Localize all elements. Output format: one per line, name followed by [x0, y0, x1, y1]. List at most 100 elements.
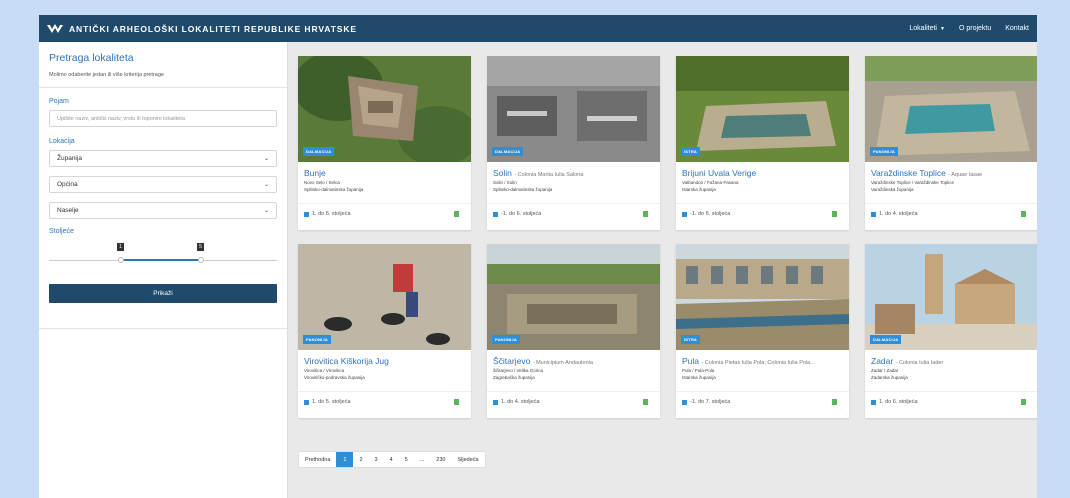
brand[interactable]: ANTIČKI ARHEOLOŠKI LOKALITETI REPUBLIKE … [47, 23, 357, 34]
region-badge: DALMACIJA [303, 147, 335, 156]
chevron-down-icon: ⌄ [263, 156, 269, 162]
slider-max-handle[interactable] [198, 257, 204, 263]
card-place: Valbandon / Fažana-Fasana [682, 180, 739, 185]
calendar-icon [304, 399, 309, 405]
card-footer [298, 391, 471, 392]
card-date: 1. do 4. stoljeća [871, 211, 918, 217]
card-title[interactable]: Pula - Colonia Pietas Iulia Pola; Coloni… [682, 356, 846, 366]
card-title[interactable]: Zadar - Colonia Iulia Iader [871, 356, 1035, 366]
main-nav: Lokaliteti ▼ O projektu Kontakt [909, 25, 1029, 32]
result-card[interactable]: PANONIJA Ščitarjevo - Municipium Andauto… [487, 244, 660, 418]
caret-down-icon: ▼ [940, 26, 945, 32]
stoljece-label: Stoljeće [49, 228, 74, 235]
slider-min-handle[interactable] [118, 257, 124, 263]
card-county: Istarska županija [682, 187, 716, 192]
trash-icon[interactable] [832, 211, 837, 217]
stoljece-range-slider[interactable]: 1 5 [49, 241, 277, 269]
trash-icon[interactable] [643, 399, 648, 405]
card-place: Varaždinske Toplice / Varaždinske Toplic… [871, 180, 954, 185]
pojam-input[interactable]: Upišite naziv, antički naziv, vrstu ili … [49, 110, 277, 127]
trash-icon[interactable] [643, 211, 648, 217]
card-title[interactable]: Virovitica Kiškorija Jug [304, 356, 468, 366]
naselje-select[interactable]: Naselje ⌄ [49, 202, 277, 219]
card-footer [865, 203, 1037, 204]
card-county: Virovitičko-podravska županija [304, 375, 365, 380]
card-date: 1. do 6. stoljeća [304, 211, 351, 217]
result-card[interactable]: ISTRA Brijuni Uvala Verige Valbandon / F… [676, 56, 849, 230]
card-county: Zadarska županija [871, 375, 908, 380]
card-place: Novo Selo / Selca [304, 180, 340, 185]
nav-o-projektu[interactable]: O projektu [959, 25, 991, 32]
card-footer [676, 391, 849, 392]
prikazi-button[interactable]: Prikaži [49, 284, 277, 303]
result-card[interactable]: DALMACIJA Solin - Colonia Martia Iulia S… [487, 56, 660, 230]
pagination-page-230[interactable]: 230 [430, 452, 451, 467]
slider-max-tooltip: 5 [197, 243, 204, 251]
calendar-icon [493, 211, 498, 217]
pagination-next[interactable]: Sljedeća [451, 452, 484, 467]
trash-icon[interactable] [1021, 399, 1026, 405]
card-place: Ščitarjevo / Velika Gorica [493, 368, 544, 373]
pagination-page-5[interactable]: 5 [399, 452, 414, 467]
card-place: Zadar / Zadar [871, 368, 899, 373]
region-badge: PANONIJA [870, 147, 898, 156]
pojam-label: Pojam [49, 98, 69, 105]
trash-icon[interactable] [454, 399, 459, 405]
opcina-select[interactable]: Općina ⌄ [49, 176, 277, 193]
card-place: Solin / Solin [493, 180, 517, 185]
nav-kontakt[interactable]: Kontakt [1005, 25, 1029, 32]
nav-lokaliteti[interactable]: Lokaliteti ▼ [909, 25, 945, 32]
pagination-page-3[interactable]: 3 [369, 452, 384, 467]
card-footer [298, 203, 471, 204]
card-date: -1. do 6. stoljeća [682, 211, 730, 217]
trash-icon[interactable] [454, 211, 459, 217]
navbar: ANTIČKI ARHEOLOŠKI LOKALITETI REPUBLIKE … [39, 15, 1037, 42]
region-badge: PANONIJA [303, 335, 331, 344]
pagination-ellipsis: ... [419, 456, 425, 463]
pagination-page-1[interactable]: 1 [336, 452, 354, 467]
card-title[interactable]: Solin - Colonia Martia Iulia Salona [493, 168, 657, 178]
card-title[interactable]: Brijuni Uvala Verige [682, 168, 846, 178]
search-sidebar: Pretraga lokaliteta Molimo odaberite jed… [39, 42, 288, 498]
card-place: Pula / Pula-Pola [682, 368, 715, 373]
pagination: Prethodna 1 2 3 4 5 ... 230 Sljedeća [298, 451, 486, 468]
card-date: -1. do 6. stoljeća [493, 211, 541, 217]
pagination-prev[interactable]: Prethodna [299, 452, 336, 467]
region-badge: DALMACIJA [492, 147, 524, 156]
pagination-page-4[interactable]: 4 [384, 452, 399, 467]
pagination-page-2[interactable]: 2 [353, 452, 368, 467]
card-place: Virovitica / Virovitica [304, 368, 345, 373]
card-date: 1. do 4. stoljeća [493, 399, 540, 405]
card-date: 1. do 5. stoljeća [304, 399, 351, 405]
search-subtitle: Molimo odaberite jedan ili više kriterij… [49, 72, 164, 78]
trash-icon[interactable] [1021, 211, 1026, 217]
card-footer [487, 391, 660, 392]
card-footer [676, 203, 849, 204]
zupanija-select[interactable]: Županija ⌄ [49, 150, 277, 167]
result-card[interactable]: PANONIJA Varaždinske Toplice - Aquae Ias… [865, 56, 1037, 230]
card-footer [865, 391, 1037, 392]
search-title: Pretraga lokaliteta [49, 52, 134, 64]
calendar-icon [682, 211, 687, 217]
lokacija-label: Lokacija [49, 138, 75, 145]
card-county: Zagrebačka županija [493, 375, 535, 380]
trash-icon[interactable] [832, 399, 837, 405]
card-date: 1. do 6. stoljeća [871, 399, 918, 405]
chevron-down-icon: ⌄ [263, 208, 269, 214]
app-window: ANTIČKI ARHEOLOŠKI LOKALITETI REPUBLIKE … [39, 15, 1037, 498]
calendar-icon [304, 211, 309, 217]
card-title[interactable]: Varaždinske Toplice - Aquae Iasae [871, 168, 1035, 178]
result-card[interactable]: DALMACIJA Bunje Novo Selo / Selca Splits… [298, 56, 471, 230]
calendar-icon [871, 211, 876, 217]
card-title[interactable]: Bunje [304, 168, 468, 178]
slider-min-tooltip: 1 [117, 243, 124, 251]
card-county: Splitsko-dalmatinska županija [304, 187, 364, 192]
result-card[interactable]: ISTRA Pula - Colonia Pietas Iulia Pola; … [676, 244, 849, 418]
result-card[interactable]: PANONIJA Virovitica Kiškorija Jug Virovi… [298, 244, 471, 418]
card-county: Splitsko-dalmatinska županija [493, 187, 553, 192]
search-form: Pojam Upišite naziv, antički naziv, vrst… [39, 88, 287, 329]
card-title[interactable]: Ščitarjevo - Municipium Andautonia [493, 356, 657, 366]
calendar-icon [871, 399, 876, 405]
result-card[interactable]: DALMACIJA Zadar - Colonia Iulia Iader Za… [865, 244, 1037, 418]
site-photo [676, 244, 849, 350]
